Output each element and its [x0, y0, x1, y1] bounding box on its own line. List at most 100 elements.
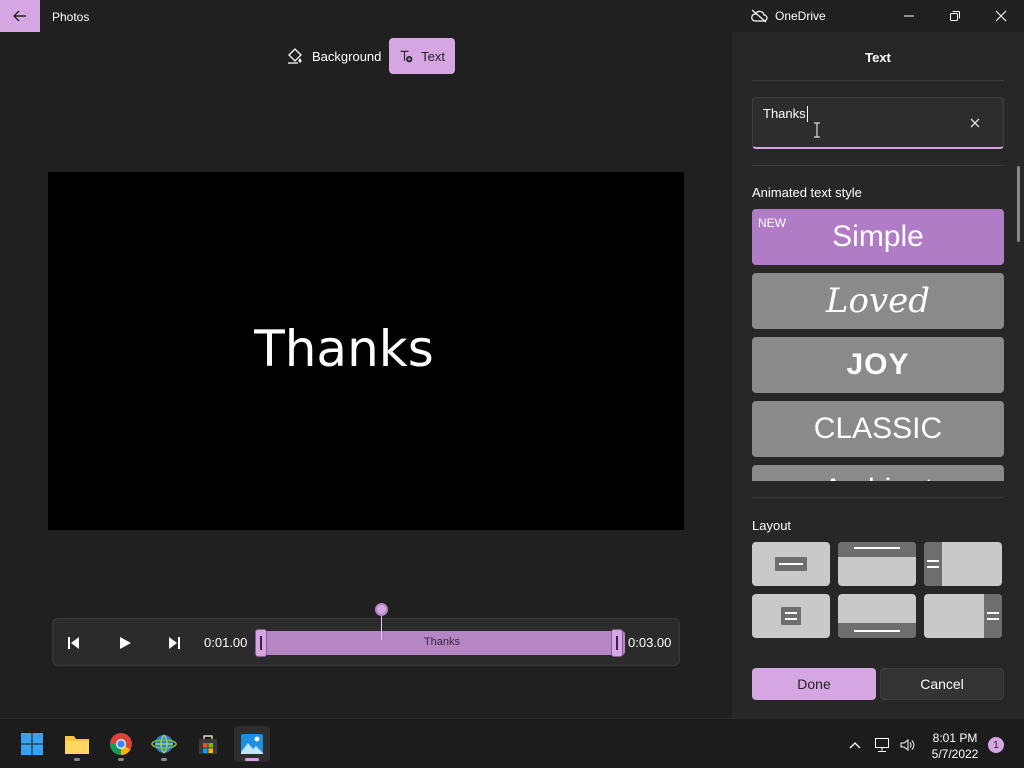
skip-back-button[interactable]	[65, 633, 85, 653]
style-loved-label: Loved	[825, 281, 931, 321]
background-button-label: Background	[312, 48, 382, 64]
app-title: Photos	[52, 10, 90, 24]
restore-button[interactable]	[947, 8, 963, 24]
cloud-off-icon	[751, 9, 768, 23]
skip-forward-button[interactable]	[163, 633, 183, 653]
text-caret	[807, 106, 808, 122]
windows-logo-icon	[21, 733, 43, 755]
divider	[752, 80, 1004, 81]
network-app-button[interactable]	[146, 726, 182, 762]
layout-left-column[interactable]	[924, 542, 1002, 586]
preview-text: Thanks	[254, 320, 434, 378]
style-loved[interactable]: Loved	[752, 273, 1004, 329]
layout-center-box-icon	[781, 607, 801, 625]
divider	[752, 497, 1004, 498]
back-arrow-icon	[13, 10, 26, 22]
background-button[interactable]: Background	[276, 38, 391, 74]
store-bag-icon	[199, 735, 217, 754]
style-joy[interactable]: JOY	[752, 337, 1004, 393]
volume-button[interactable]	[899, 737, 915, 753]
speaker-icon	[900, 739, 915, 751]
clock-date: 5/7/2022	[931, 747, 979, 761]
ethernet-icon	[875, 738, 889, 752]
text-button[interactable]: Text	[389, 38, 455, 74]
skip-forward-icon	[169, 637, 180, 649]
chevron-up-icon	[849, 742, 861, 749]
network-globe-icon	[151, 734, 177, 754]
done-button[interactable]: Done	[752, 668, 876, 700]
chrome-icon	[110, 733, 132, 755]
restore-icon	[950, 11, 960, 21]
start-time: 0:01.00	[204, 635, 248, 650]
chrome-button[interactable]	[103, 726, 139, 762]
clear-text-button[interactable]	[967, 115, 983, 131]
notification-badge[interactable]: 1	[988, 737, 1004, 753]
add-text-icon	[400, 50, 413, 63]
minimize-button[interactable]	[901, 8, 917, 24]
playhead-handle[interactable]	[375, 603, 388, 616]
taskbar: 8:01 PM 5/7/2022 1	[0, 718, 1024, 768]
style-classic[interactable]: CLASSIC	[752, 401, 1004, 457]
active-indicator	[245, 758, 259, 761]
style-ambient-label: Ambient	[823, 473, 933, 481]
layout-bottom-banner-icon	[838, 623, 916, 638]
divider	[752, 165, 1004, 166]
show-hidden-icons-button[interactable]	[847, 737, 863, 753]
layout-top-banner-icon	[838, 542, 916, 557]
trim-start-handle[interactable]	[255, 629, 267, 657]
style-joy-label: JOY	[846, 348, 910, 381]
trim-end-handle[interactable]	[611, 629, 623, 657]
onedrive-label: OneDrive	[775, 9, 826, 23]
style-simple[interactable]: NEW Simple	[752, 209, 1004, 265]
running-indicator	[74, 758, 80, 761]
onedrive-status[interactable]: OneDrive	[750, 9, 826, 23]
layout-label: Layout	[752, 518, 792, 533]
timeline: 0:01.00 Thanks 0:03.00	[52, 618, 680, 666]
photos-icon	[241, 734, 263, 754]
layout-right-column-icon	[984, 594, 1002, 638]
playhead-line	[381, 614, 382, 640]
panel-title: Text	[865, 50, 891, 65]
layout-top-banner[interactable]	[838, 542, 916, 586]
layout-center-bar-icon	[775, 557, 807, 571]
style-simple-label: Simple	[832, 220, 924, 253]
layout-bottom-banner[interactable]	[838, 594, 916, 638]
skip-back-icon	[68, 637, 79, 649]
close-icon	[995, 10, 1007, 22]
paint-bucket-icon	[288, 48, 302, 64]
start-button[interactable]	[14, 726, 50, 762]
text-input[interactable]: Thanks	[752, 97, 1004, 149]
ibeam-cursor-icon	[814, 122, 820, 138]
running-indicator	[118, 758, 124, 761]
play-icon	[120, 637, 131, 649]
style-classic-label: CLASSIC	[813, 412, 943, 445]
text-button-label: Text	[421, 48, 445, 64]
layout-center-box[interactable]	[752, 594, 830, 638]
folder-icon	[65, 736, 89, 754]
video-preview: Thanks	[48, 172, 684, 530]
end-time: 0:03.00	[628, 635, 672, 650]
clock-time: 8:01 PM	[932, 731, 978, 745]
new-badge: NEW	[758, 216, 786, 230]
photos-app-button[interactable]	[234, 726, 270, 762]
layout-center-bar[interactable]	[752, 542, 830, 586]
clip-label: Thanks	[423, 636, 461, 648]
file-explorer-button[interactable]	[59, 726, 95, 762]
style-ambient[interactable]: Ambient	[752, 465, 1004, 481]
system-clock[interactable]: 8:01 PM 5/7/2022	[922, 730, 988, 762]
animated-style-label: Animated text style	[752, 185, 862, 200]
back-button[interactable]	[0, 0, 40, 32]
layout-left-column-icon	[924, 542, 942, 586]
text-clip-track[interactable]: Thanks	[259, 631, 625, 655]
panel-scrollbar[interactable]	[1017, 166, 1020, 242]
text-input-value: Thanks	[763, 106, 806, 121]
layout-right-column[interactable]	[924, 594, 1002, 638]
microsoft-store-button[interactable]	[190, 726, 226, 762]
animated-style-list: NEW Simple Loved JOY CLASSIC Ambient	[752, 209, 1004, 481]
minimize-icon	[904, 15, 914, 17]
play-button[interactable]	[115, 633, 135, 653]
cancel-button[interactable]: Cancel	[880, 668, 1004, 700]
clear-icon	[970, 118, 980, 128]
network-status-button[interactable]	[874, 737, 890, 753]
close-button[interactable]	[993, 8, 1009, 24]
